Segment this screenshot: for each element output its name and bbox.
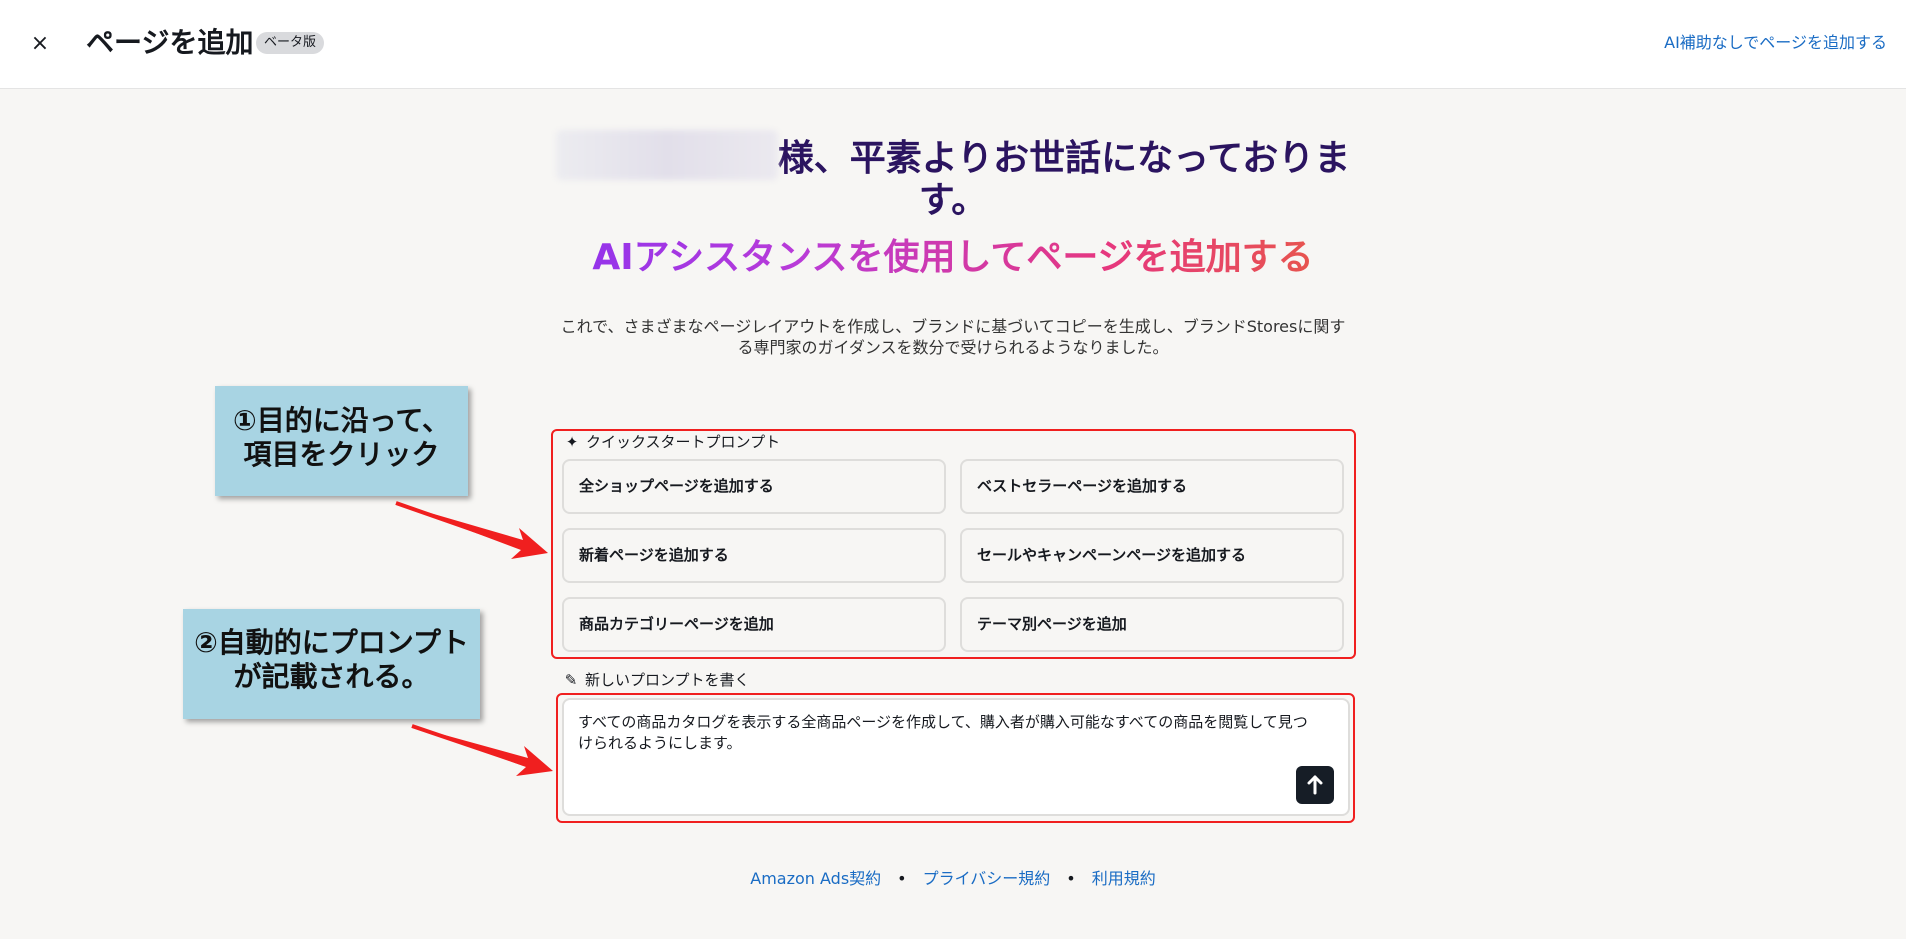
arrow-up-icon — [1307, 775, 1323, 795]
close-icon[interactable]: × — [28, 30, 52, 58]
quickstart-button-all-shop[interactable]: 全ショップページを追加する — [562, 459, 946, 514]
quickstart-button-category[interactable]: 商品カテゴリーページを追加 — [562, 597, 946, 652]
prompt-text[interactable]: すべての商品カタログを表示する全商品ページを作成して、購入者が購入可能なすべての… — [578, 712, 1318, 754]
greeting-text: 様、平素よりお世話になっております。 — [777, 138, 1351, 221]
footer-separator: • — [897, 869, 907, 888]
quickstart-button-theme[interactable]: テーマ別ページを追加 — [960, 597, 1344, 652]
footer-link-privacy[interactable]: プライバシー規約 — [923, 869, 1051, 888]
greeting-heading: 様、平素よりお世話になっております。 — [540, 130, 1366, 222]
footer-link-ads-agreement[interactable]: Amazon Ads契約 — [750, 869, 881, 888]
annotation-arrow-2 — [411, 724, 553, 776]
footer-separator: • — [1066, 869, 1076, 888]
callout-2-line-1: ②自動的にプロンプト — [194, 626, 469, 659]
footer: Amazon Ads契約 • プライバシー規約 • 利用規約 — [0, 868, 1906, 890]
description-text: これで、さまざまなページレイアウトを作成し、ブランドに基づいてコピーを生成し、ブ… — [560, 317, 1346, 357]
send-button[interactable] — [1296, 766, 1334, 804]
annotation-callout-1: ①目的に沿って、 項目をクリック — [215, 386, 468, 496]
footer-link-terms[interactable]: 利用規約 — [1092, 869, 1156, 888]
pencil-icon: ✎ — [564, 671, 578, 689]
annotation-callout-2: ②自動的にプロンプト が記載される。 — [183, 609, 480, 719]
ai-assistance-heading: AIアシスタンスを使用してページを追加する — [440, 234, 1466, 282]
new-prompt-label-text: 新しいプロンプトを書く — [585, 671, 750, 689]
new-prompt-label: ✎ 新しいプロンプトを書く — [561, 670, 750, 690]
sparkle-icon: ✦ — [565, 433, 579, 451]
quickstart-label: ✦ クイックスタートプロンプト — [562, 432, 780, 452]
annotation-arrow-1 — [395, 501, 548, 559]
quickstart-button-bestseller[interactable]: ベストセラーページを追加する — [960, 459, 1344, 514]
prompt-textarea[interactable]: すべての商品カタログを表示する全商品ページを作成して、購入者が購入可能なすべての… — [562, 698, 1350, 816]
beta-badge: ベータ版 — [256, 32, 325, 54]
callout-1-line-1: ①目的に沿って、 — [233, 404, 450, 437]
top-bar: × ページを追加 ベータ版 AI補助なしでページを追加する — [0, 0, 1906, 89]
quickstart-label-text: クイックスタートプロンプト — [586, 433, 781, 451]
callout-2-line-2: が記載される。 — [233, 660, 430, 693]
page-title: ページを追加 — [86, 26, 254, 59]
blurred-user-name — [555, 130, 778, 180]
add-page-without-ai-link[interactable]: AI補助なしでページを追加する — [1664, 32, 1887, 54]
quickstart-button-new-arrivals[interactable]: 新着ページを追加する — [562, 528, 946, 583]
callout-1-line-2: 項目をクリック — [243, 438, 440, 471]
quickstart-button-sale-campaign[interactable]: セールやキャンペーンページを追加する — [960, 528, 1344, 583]
